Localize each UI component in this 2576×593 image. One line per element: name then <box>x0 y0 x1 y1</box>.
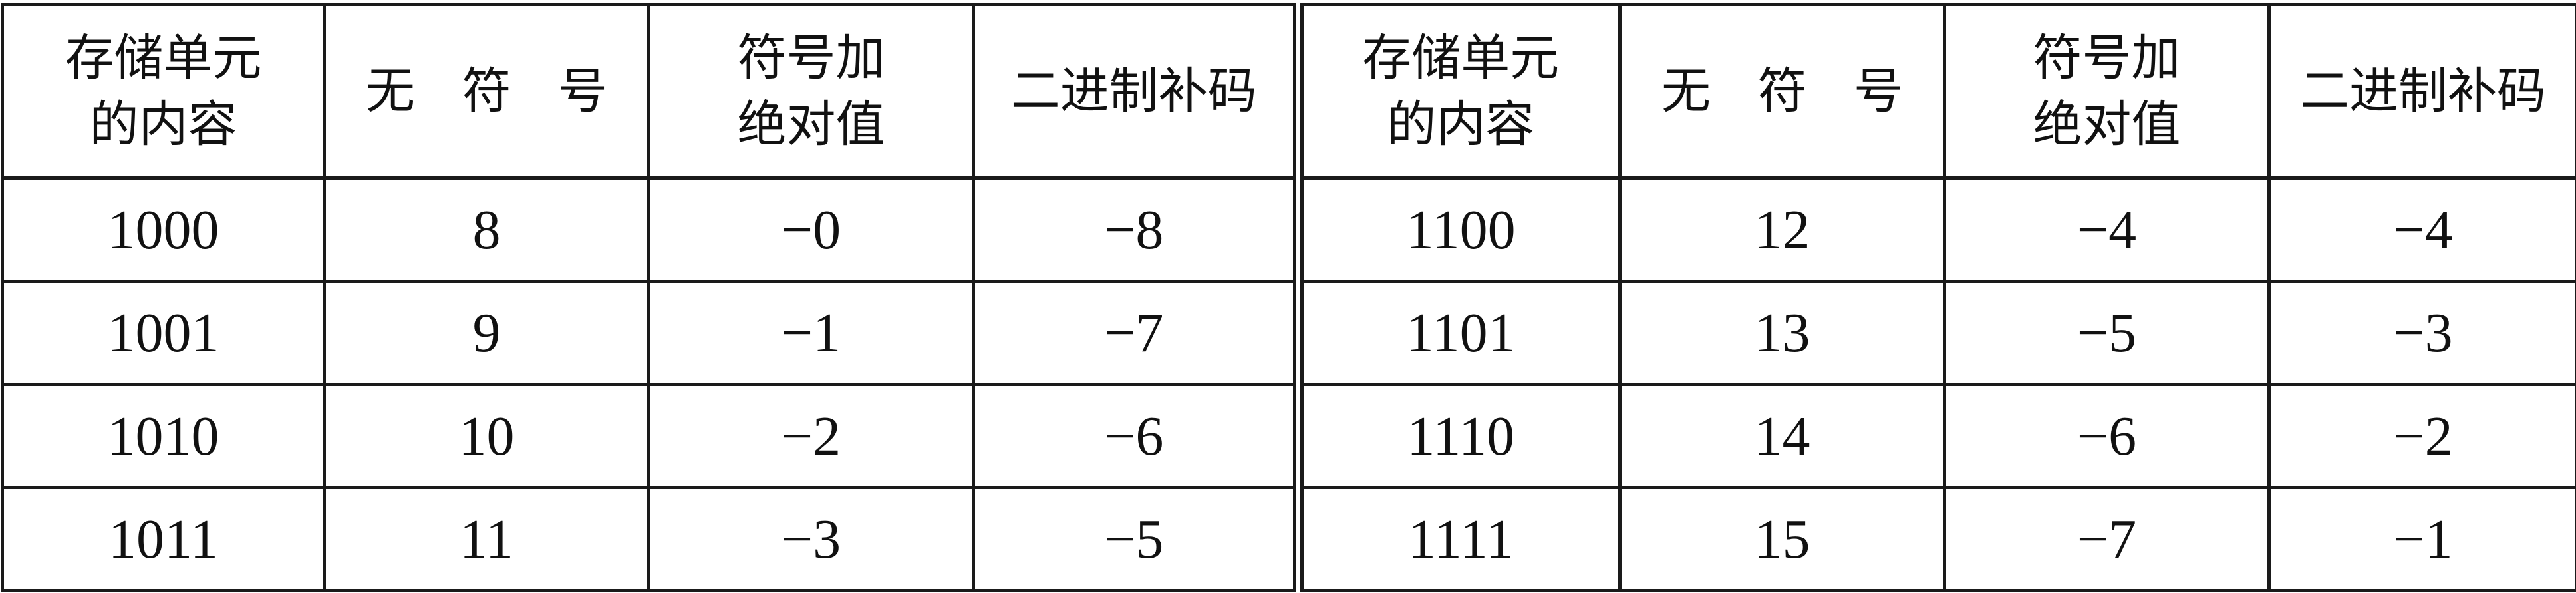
header-sign-magnitude-line1: 符号加 <box>737 29 885 87</box>
cell-sign-magnitude: −5 <box>1943 280 2271 386</box>
header-content-line2: 的内容 <box>1387 96 1535 153</box>
cell-content: 1001 <box>1 280 326 386</box>
header-unsigned-left: 无 符 号 <box>323 3 650 180</box>
header-unsigned-char3: 号 <box>1854 63 1903 120</box>
header-twos-complement-left: 二进制补码 <box>972 3 1304 180</box>
cell-sign-magnitude: −7 <box>1943 486 2271 592</box>
cell-twos-complement: −7 <box>972 280 1304 386</box>
cell-unsigned: 10 <box>323 383 650 489</box>
cell-unsigned: 11 <box>323 486 650 592</box>
cell-unsigned: 9 <box>323 280 650 386</box>
cell-twos-complement: −6 <box>972 383 1304 489</box>
cell-content: 1101 <box>1292 280 1622 386</box>
header-sign-magnitude-left: 符号加 绝对值 <box>647 3 975 180</box>
cell-sign-magnitude: −3 <box>647 486 975 592</box>
cell-sign-magnitude: −6 <box>1943 383 2271 489</box>
header-twos-complement-right: 二进制补码 <box>2267 3 2576 180</box>
cell-twos-complement: −3 <box>2267 280 2576 386</box>
cell-twos-complement: −1 <box>2267 486 2576 592</box>
cell-unsigned: 8 <box>323 176 650 283</box>
header-sign-magnitude-right: 符号加 绝对值 <box>1943 3 2271 180</box>
header-unsigned-char2: 符 <box>1757 63 1807 120</box>
cell-twos-complement: −2 <box>2267 383 2576 489</box>
number-representation-table: 存储单元 的内容 无 符 号 符号加 绝对值 二进制补码 存储单元 的内容 无 … <box>1 3 2576 592</box>
cell-content: 1010 <box>1 383 326 489</box>
header-unsigned-char1: 无 <box>366 63 415 120</box>
cell-sign-magnitude: −0 <box>647 176 975 283</box>
table-row: 1010 10 −2 −6 1110 14 −6 −2 <box>1 383 2576 489</box>
header-sign-magnitude-line1: 符号加 <box>2033 29 2181 87</box>
header-content-right: 存储单元 的内容 <box>1292 3 1622 180</box>
cell-twos-complement: −4 <box>2267 176 2576 283</box>
header-content-line2: 的内容 <box>89 96 237 153</box>
cell-unsigned: 13 <box>1618 280 1946 386</box>
table-row: 1000 8 −0 −8 1100 12 −4 −4 <box>1 176 2576 283</box>
cell-sign-magnitude: −2 <box>647 383 975 489</box>
header-unsigned-char3: 号 <box>558 63 607 120</box>
header-content-line1: 存储单元 <box>1362 29 1560 87</box>
table-row: 1011 11 −3 −5 1111 15 −7 −1 <box>1 486 2576 592</box>
header-unsigned-char1: 无 <box>1661 63 1711 120</box>
cell-content: 1110 <box>1292 383 1622 489</box>
header-sign-magnitude-line2: 绝对值 <box>737 96 885 153</box>
cell-unsigned: 12 <box>1618 176 1946 283</box>
table-row: 1001 9 −1 −7 1101 13 −5 −3 <box>1 280 2576 386</box>
cell-unsigned: 14 <box>1618 383 1946 489</box>
cell-unsigned: 15 <box>1618 486 1946 592</box>
header-row: 存储单元 的内容 无 符 号 符号加 绝对值 二进制补码 存储单元 的内容 无 … <box>1 3 2576 180</box>
cell-content: 1011 <box>1 486 326 592</box>
header-unsigned-right: 无 符 号 <box>1618 3 1946 180</box>
header-content-left: 存储单元 的内容 <box>1 3 326 180</box>
header-sign-magnitude-line2: 绝对值 <box>2033 96 2181 153</box>
cell-content: 1100 <box>1292 176 1622 283</box>
cell-twos-complement: −8 <box>972 176 1304 283</box>
cell-sign-magnitude: −1 <box>647 280 975 386</box>
cell-content: 1111 <box>1292 486 1622 592</box>
cell-twos-complement: −5 <box>972 486 1304 592</box>
number-representation-table-container: 存储单元 的内容 无 符 号 符号加 绝对值 二进制补码 存储单元 的内容 无 … <box>0 0 2576 593</box>
header-content-line1: 存储单元 <box>65 29 262 87</box>
header-unsigned-char2: 符 <box>462 63 511 120</box>
cell-sign-magnitude: −4 <box>1943 176 2271 283</box>
cell-content: 1000 <box>1 176 326 283</box>
